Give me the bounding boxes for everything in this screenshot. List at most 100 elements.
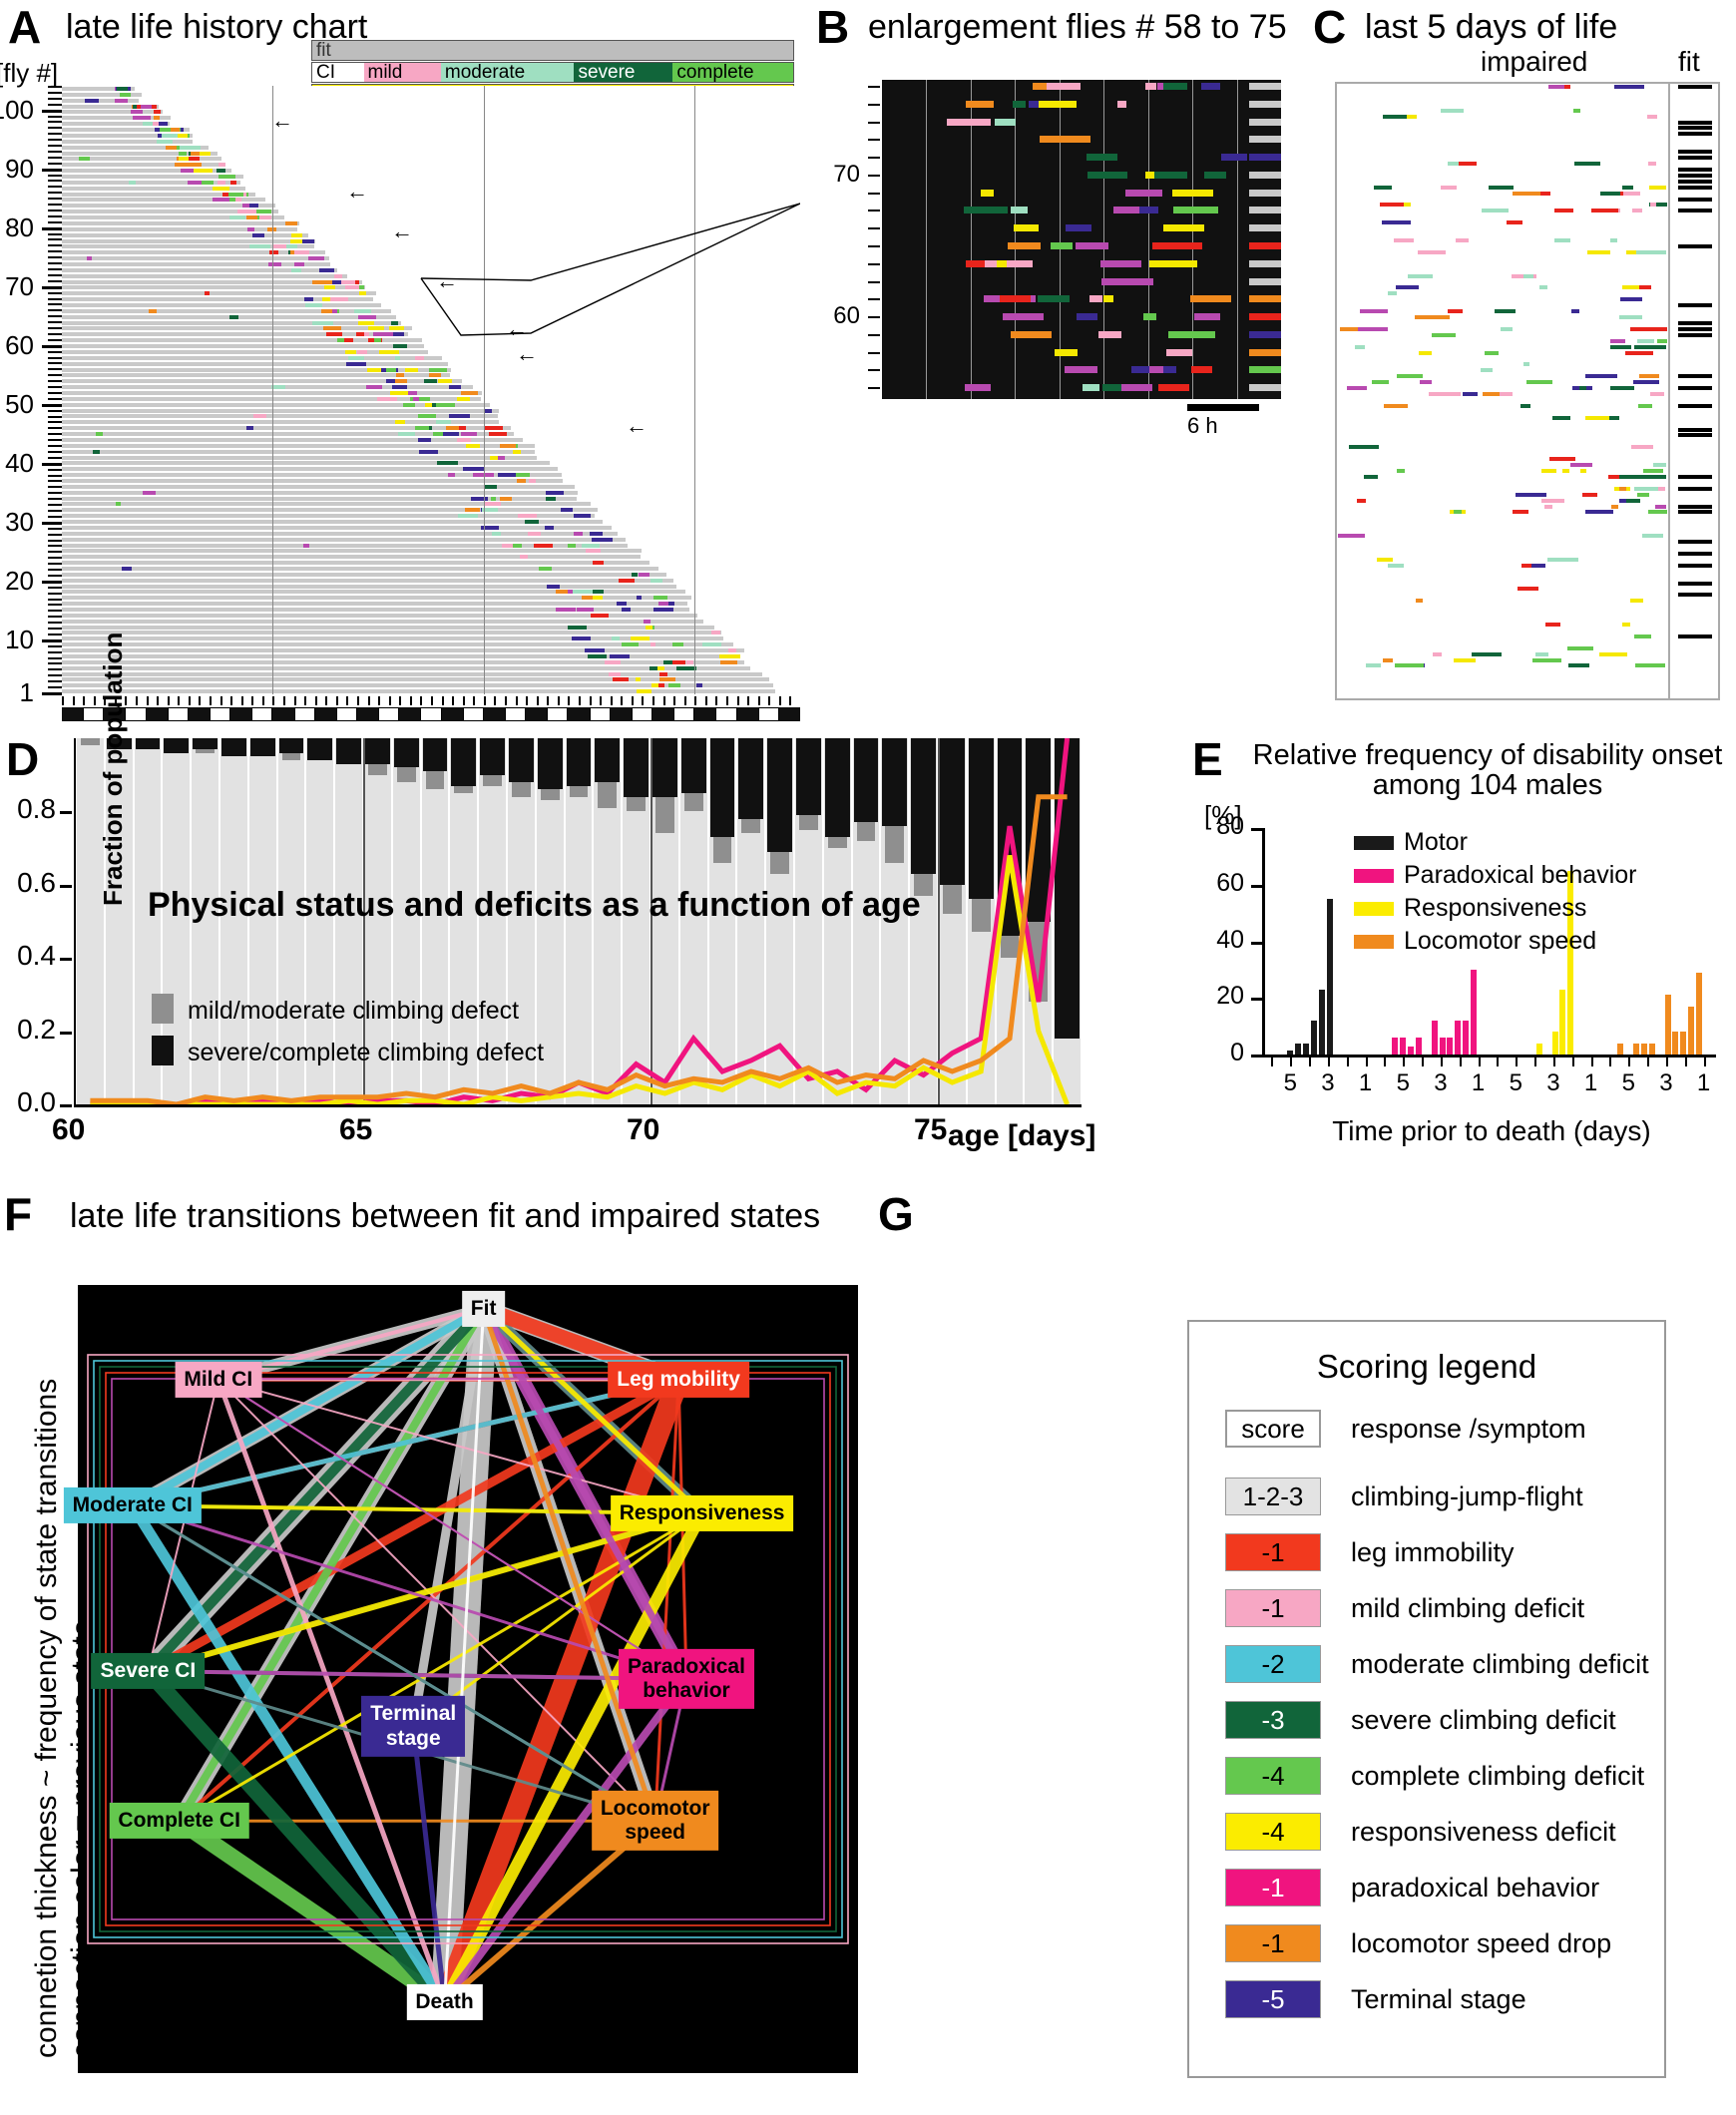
- deficit-segment: [964, 207, 1009, 214]
- frequency-bar: [1632, 1043, 1639, 1055]
- network-node-terminal[interactable]: Terminal stage: [361, 1696, 466, 1757]
- legend-swatch: [152, 1036, 174, 1065]
- network-node-paradoxical[interactable]: Paradoxical behavior: [619, 1648, 754, 1710]
- frequency-bar: [1447, 1037, 1454, 1055]
- time-tick: [505, 696, 507, 705]
- network-node-fit[interactable]: Fit: [461, 1290, 506, 1327]
- deficit-segment: [1166, 348, 1192, 356]
- deficit-segment: [1086, 171, 1128, 179]
- terminal-segment: [1249, 100, 1281, 108]
- y-tick: [48, 504, 62, 507]
- y-tick: [42, 638, 62, 642]
- time-gridline: [1236, 80, 1238, 399]
- y-tick: [48, 674, 62, 677]
- deficit-segment: [966, 100, 995, 108]
- y-tick: [48, 250, 62, 253]
- y-tick-label: 0.4: [17, 940, 56, 972]
- deficit-segment: [1572, 108, 1581, 113]
- fit-marker: [1678, 303, 1712, 308]
- y-tick: [48, 91, 62, 94]
- deficit-segment: [1636, 249, 1666, 254]
- deficit-segment: [1154, 171, 1188, 179]
- network-node-moderate-ci[interactable]: Moderate CI: [63, 1487, 202, 1524]
- x-tick: [1609, 1058, 1612, 1066]
- y-tick: [48, 622, 62, 625]
- x-tick: [1703, 1058, 1706, 1066]
- panel-b-y-axis: 70 60: [833, 80, 883, 399]
- deficit-segment: [1383, 403, 1408, 408]
- deficit-segment: [1567, 645, 1593, 650]
- x-tick: [1403, 1058, 1406, 1066]
- y-tick: [48, 279, 62, 282]
- deficit-segment: [1459, 162, 1477, 166]
- y-tick: [42, 521, 62, 525]
- fit-marker: [1678, 427, 1712, 432]
- scoring-legend-row: -5 Terminal stage: [1189, 1980, 1664, 2018]
- y-tick: [48, 391, 62, 394]
- panel-d-x-axis-label: age [days]: [948, 1119, 1096, 1152]
- deficit-segment: [1530, 563, 1545, 568]
- y-tick: [48, 315, 62, 318]
- panel-b: B enlargement flies # 58 to 75 70 60 6 h: [810, 0, 1309, 459]
- deficit-segment: [1038, 100, 1077, 108]
- panel-c: C last 5 days of life impaired fit: [1313, 0, 1736, 700]
- network-node-locomotor[interactable]: Locomotor speed: [591, 1791, 719, 1852]
- x-tick: [1647, 1058, 1650, 1066]
- network-node-severe-ci[interactable]: Severe CI: [91, 1653, 206, 1690]
- y-tick-label: 70: [5, 270, 34, 301]
- deficit-segment: [1419, 350, 1433, 355]
- y-tick: [868, 139, 880, 142]
- y-tick: [42, 109, 62, 113]
- deficit-segment: [1435, 315, 1451, 319]
- time-tick: [210, 696, 212, 705]
- deficit-segment: [1393, 238, 1414, 242]
- y-tick-label: 0.6: [17, 866, 56, 898]
- time-tick: [178, 696, 181, 705]
- deficit-segment: [1429, 392, 1461, 396]
- network-node-death[interactable]: Death: [406, 1983, 483, 2020]
- time-tick: [378, 696, 381, 705]
- deficit-segment: [1513, 191, 1541, 196]
- deficit-segment: [1172, 189, 1214, 197]
- deficit-segment: [1582, 492, 1598, 497]
- y-tick: [48, 598, 62, 601]
- y-tick: [60, 884, 72, 888]
- fit-marker: [1678, 156, 1712, 161]
- deficit-segment: [1610, 504, 1619, 509]
- time-gridline: [970, 80, 972, 399]
- panel-a: A late life history chart [fly #] fit CI m…: [0, 0, 808, 728]
- x-tick: [1309, 1058, 1312, 1066]
- deficit-segment: [1379, 203, 1404, 208]
- deficit-segment: [1121, 384, 1152, 392]
- fit-marker: [1678, 185, 1712, 190]
- deficit-segment: [1162, 83, 1188, 90]
- fit-marker: [1678, 593, 1712, 598]
- network-node-leg-mobility[interactable]: Leg mobility: [608, 1361, 749, 1398]
- frequency-bar: [1439, 1037, 1446, 1055]
- fit-marker: [1678, 540, 1712, 545]
- time-tick: [579, 696, 581, 705]
- network-node-mild-ci[interactable]: Mild CI: [175, 1361, 262, 1398]
- deficit-segment: [1432, 651, 1443, 656]
- deficit-segment: [1456, 238, 1469, 242]
- scoring-legend-row: -1 mild climbing deficit: [1189, 1589, 1664, 1627]
- deficit-segment: [1364, 474, 1378, 479]
- deficit-segment: [1142, 313, 1157, 321]
- legend-cell-fit: fit: [312, 41, 793, 60]
- deficit-segment: [1032, 83, 1048, 90]
- deficit-segment: [1366, 663, 1382, 668]
- network-node-complete-ci[interactable]: Complete CI: [109, 1803, 249, 1840]
- y-tick-label: 0: [1230, 1039, 1244, 1066]
- deficit-segment: [1646, 114, 1658, 119]
- deficit-segment: [1448, 309, 1464, 314]
- y-tick: [48, 145, 62, 148]
- frequency-bar: [1535, 1043, 1542, 1055]
- time-tick: [357, 696, 359, 705]
- y-tick: [1251, 941, 1262, 945]
- panel-f-title: late life transitions between fit and im…: [70, 1197, 821, 1235]
- network-node-responsiveness[interactable]: Responsiveness: [610, 1495, 794, 1532]
- y-tick: [48, 650, 62, 653]
- x-tick-label: 65: [339, 1113, 373, 1146]
- symptom-label: responsiveness deficit: [1351, 1816, 1616, 1847]
- y-tick: [48, 103, 62, 106]
